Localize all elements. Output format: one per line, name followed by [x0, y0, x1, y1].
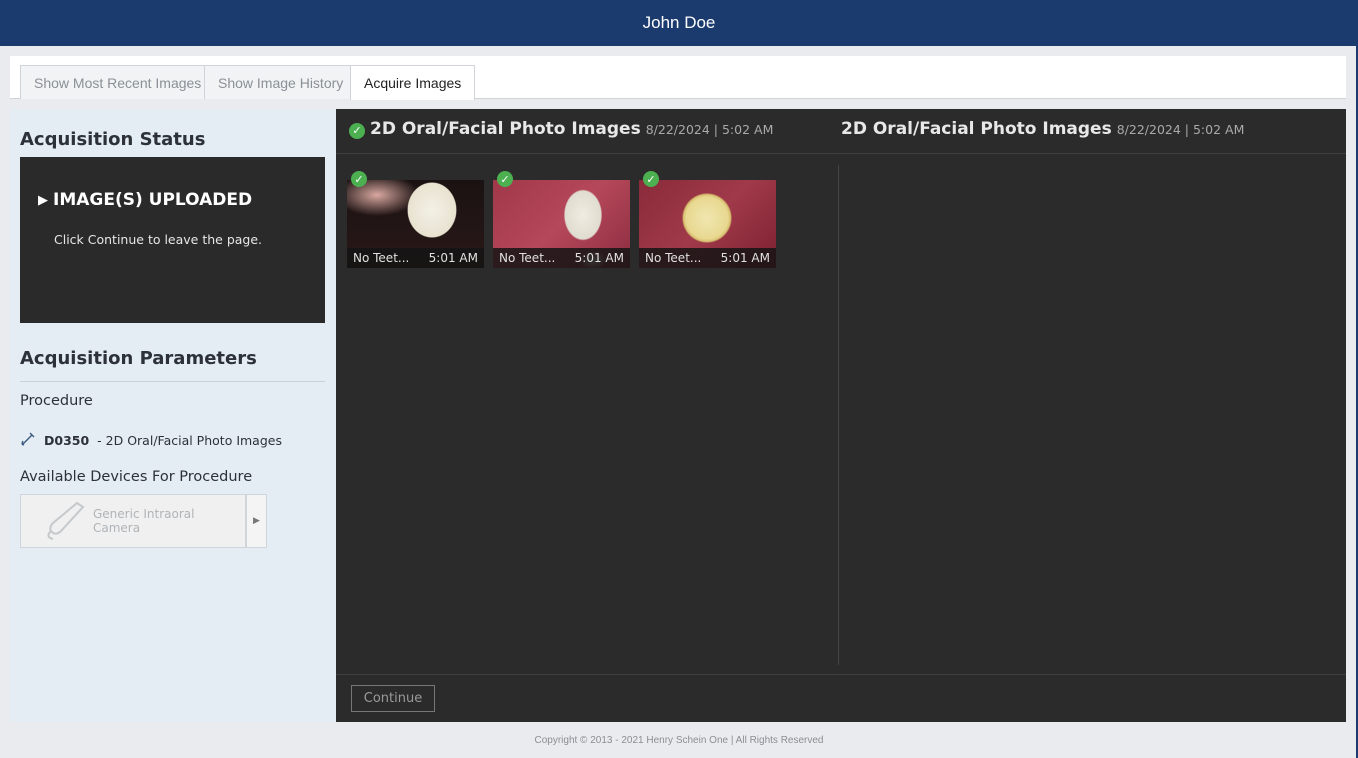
thumbnail[interactable]: No Teet... 5:01 AM	[493, 180, 630, 268]
thumbnail[interactable]: No Teet... 5:01 AM	[347, 180, 484, 268]
right-header: 2D Oral/Facial Photo Images 8/22/2024 | …	[841, 119, 1244, 139]
footer-divider	[336, 674, 1346, 675]
dental-tool-icon	[20, 431, 36, 450]
check-icon: ✓	[643, 171, 659, 187]
device-button[interactable]: Generic Intraoral Camera	[20, 494, 246, 548]
header-divider	[336, 153, 1346, 154]
left-title: 2D Oral/Facial Photo Images	[370, 119, 641, 139]
patient-header: John Doe	[0, 0, 1358, 46]
left-header: ✓ 2D Oral/Facial Photo Images 8/22/2024 …	[349, 119, 773, 139]
divider	[20, 381, 325, 382]
procedure-row: D0350 - 2D Oral/Facial Photo Images	[20, 431, 282, 450]
thumbnail-label: No Teet...	[353, 251, 410, 265]
device-expand-arrow[interactable]: ▶	[246, 494, 267, 548]
copyright: Copyright © 2013 - 2021 Henry Schein One…	[534, 735, 824, 746]
thumbnail-time: 5:01 AM	[574, 251, 624, 265]
left-panel: Acquisition Status ▶ IMAGE(S) UPLOADED C…	[10, 109, 336, 722]
triangle-right-icon: ▶	[253, 516, 260, 526]
tab-label: Show Image History	[218, 74, 344, 91]
tab-label: Show Most Recent Images	[34, 74, 202, 91]
check-icon: ✓	[497, 171, 513, 187]
thumbnail-time: 5:01 AM	[428, 251, 478, 265]
right-title: 2D Oral/Facial Photo Images	[841, 119, 1112, 139]
check-icon: ✓	[349, 122, 365, 139]
thumbnail[interactable]: No Teet... 5:01 AM	[639, 180, 776, 268]
tab-image-history[interactable]: Show Image History	[204, 65, 358, 99]
params-title: Acquisition Parameters	[20, 348, 257, 369]
devices-label: Available Devices For Procedure	[20, 469, 253, 485]
device-name: Generic Intraoral Camera	[93, 507, 195, 535]
thumbnail-time: 5:01 AM	[720, 251, 770, 265]
tab-label: Acquire Images	[364, 75, 462, 91]
triangle-right-icon: ▶	[38, 192, 48, 208]
image-panel: ✓ 2D Oral/Facial Photo Images 8/22/2024 …	[336, 109, 1346, 722]
tab-bar: Show Most Recent Images Show Image Histo…	[10, 56, 1346, 100]
status-box: ▶ IMAGE(S) UPLOADED Click Continue to le…	[20, 157, 325, 323]
check-icon: ✓	[351, 171, 367, 187]
thumbnail-caption: No Teet... 5:01 AM	[347, 248, 484, 268]
continue-button[interactable]: Continue	[351, 685, 435, 712]
procedure-code: D0350	[44, 433, 90, 448]
thumbnail-caption: No Teet... 5:01 AM	[639, 248, 776, 268]
thumbnail-caption: No Teet... 5:01 AM	[493, 248, 630, 268]
thumbnail-label: No Teet...	[499, 251, 556, 265]
procedure-label: Procedure	[20, 393, 93, 409]
right-date: 8/22/2024 | 5:02 AM	[1116, 122, 1245, 137]
status-title: Acquisition Status	[20, 129, 206, 150]
intraoral-camera-icon	[43, 497, 87, 545]
thumbnail-label: No Teet...	[645, 251, 702, 265]
status-text: IMAGE(S) UPLOADED	[53, 190, 253, 210]
status-line: ▶ IMAGE(S) UPLOADED	[38, 190, 252, 210]
left-date: 8/22/2024 | 5:02 AM	[645, 122, 774, 137]
procedure-desc: - 2D Oral/Facial Photo Images	[97, 433, 282, 448]
patient-name: John Doe	[642, 13, 716, 32]
panel-divider	[838, 165, 839, 665]
tab-most-recent-images[interactable]: Show Most Recent Images	[20, 65, 216, 99]
tab-acquire-images[interactable]: Acquire Images	[350, 65, 476, 100]
status-message: Click Continue to leave the page.	[54, 232, 263, 247]
